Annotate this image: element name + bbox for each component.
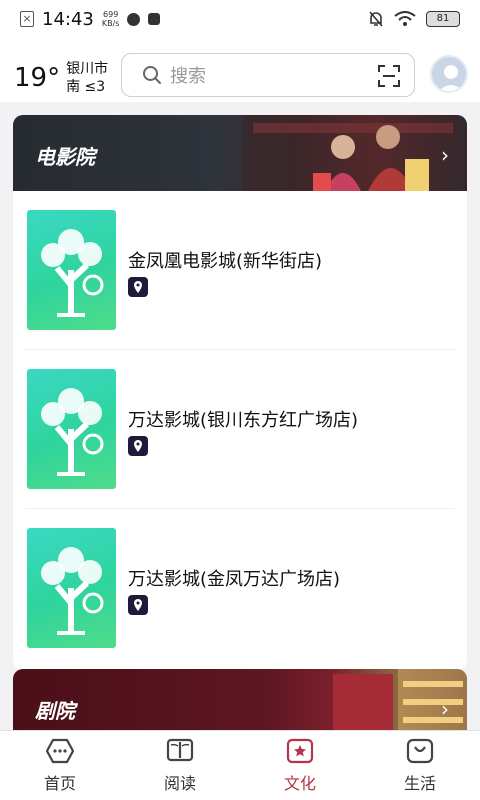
cinema-name: 万达影城(金凤万达广场店) [128, 569, 341, 590]
theater-banner-image [333, 669, 467, 739]
top-header: 19° 银川市 南 ≤3 搜索 [0, 38, 480, 102]
nav-home-label: 首页 [43, 774, 76, 793]
cinema-thumbnail [27, 210, 116, 330]
location-pin-icon[interactable] [128, 277, 148, 297]
star-icon [286, 738, 314, 764]
status-time: 14:43 [42, 8, 94, 30]
home-icon [46, 738, 74, 764]
app-notification-icon-2 [148, 13, 161, 25]
cinema-section-title: 电影院 [35, 145, 95, 169]
nav-home[interactable]: 首页 [0, 731, 120, 800]
search-placeholder: 搜索 [170, 66, 206, 87]
net-speed-unit: KB/s [101, 19, 120, 28]
temperature: 19° [14, 63, 61, 93]
bag-icon [406, 738, 434, 764]
list-item[interactable]: 万达影城(金凤万达广场店) [25, 509, 455, 668]
nav-life[interactable]: 生活 [360, 731, 480, 800]
theater-section-title: 剧院 [35, 699, 75, 723]
money-tree-icon [41, 388, 104, 476]
scan-icon[interactable] [378, 65, 400, 87]
wind-info: 南 ≤3 [66, 79, 106, 95]
status-bar: × 14:43 699 KB/s 81 [0, 0, 480, 38]
city-name: 银川市 [66, 61, 109, 77]
wifi-icon [394, 11, 416, 26]
net-speed-value: 699 [103, 10, 119, 19]
avatar[interactable] [430, 55, 468, 93]
battery-indicator: 81 [426, 11, 460, 27]
nav-culture-label: 文化 [283, 774, 316, 793]
mute-bell-icon [369, 11, 383, 27]
money-tree-icon [41, 229, 104, 317]
search-icon [143, 66, 161, 84]
cinema-banner[interactable]: 电影院 › [13, 115, 467, 191]
money-tree-icon [41, 547, 104, 635]
bottom-nav: 首页 阅读 文化 生活 [0, 730, 480, 800]
cinema-name: 金凤凰电影城(新华街店) [128, 251, 323, 272]
net-speed: 699 KB/s [102, 10, 120, 28]
book-icon [166, 738, 194, 762]
search-input[interactable]: 搜索 [121, 53, 415, 97]
nav-culture[interactable]: 文化 [240, 731, 360, 800]
theater-banner[interactable]: 剧院 › [13, 669, 467, 739]
cinema-name: 万达影城(银川东方红广场店) [128, 410, 359, 431]
chevron-right-icon: › [441, 697, 449, 721]
location-pin-icon[interactable] [128, 595, 148, 615]
notification-x-icon: × [20, 11, 34, 27]
nav-read-label: 阅读 [163, 774, 196, 793]
list-item[interactable]: 金凤凰电影城(新华街店) [25, 191, 455, 350]
weather-widget[interactable]: 19° 银川市 南 ≤3 [14, 60, 108, 96]
nav-read[interactable]: 阅读 [120, 731, 240, 800]
list-item[interactable]: 万达影城(银川东方红广场店) [25, 350, 455, 509]
app-notification-icon [127, 12, 141, 26]
theater-section: 剧院 › [13, 669, 467, 739]
nav-life-label: 生活 [403, 774, 436, 793]
chevron-right-icon: › [441, 143, 449, 167]
cinema-thumbnail [27, 369, 116, 489]
cinema-thumbnail [27, 528, 116, 648]
location-pin-icon[interactable] [128, 436, 148, 456]
cinema-section: 电影院 › 金凤凰电影城(新华街店) 万达影城(银川东方红广场店) 万达影城(金… [13, 115, 467, 670]
